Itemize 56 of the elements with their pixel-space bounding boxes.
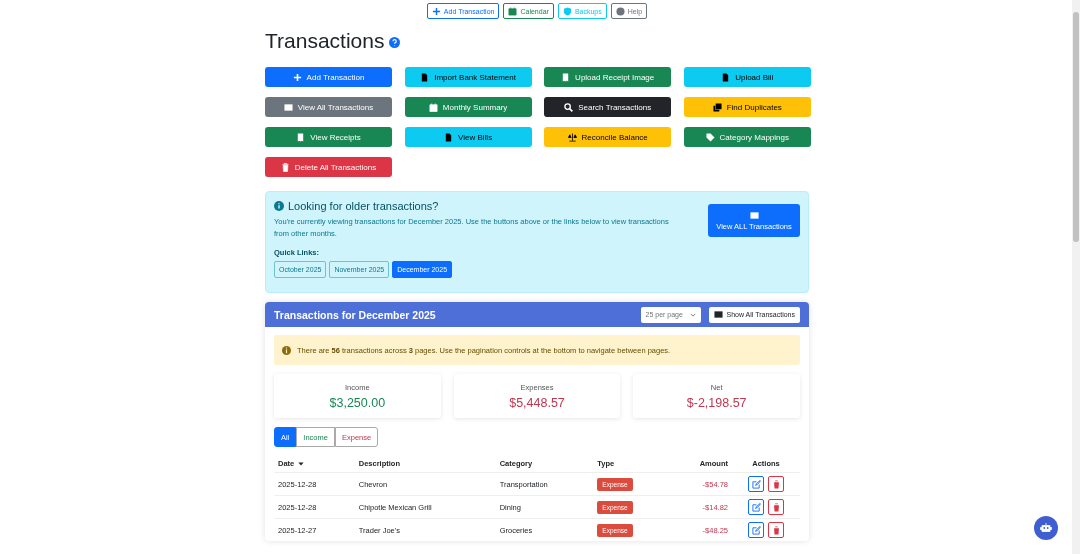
- action-button[interactable]: View All Transactions: [265, 97, 392, 117]
- trash-icon: [771, 525, 781, 535]
- action-button[interactable]: Category Mappings: [683, 127, 811, 147]
- edit-icon: [751, 502, 761, 512]
- chevron-icon: [689, 312, 696, 317]
- notice-heading: Looking for older transactions?: [288, 200, 439, 212]
- calendar-icon: [508, 6, 518, 16]
- document-icon: [721, 72, 731, 82]
- scale-icon: [567, 132, 577, 142]
- action-button[interactable]: Delete All Transactions: [265, 157, 392, 177]
- action-button[interactable]: Import Bank Statement: [404, 67, 532, 87]
- search-icon: [564, 102, 574, 112]
- action-button[interactable]: Find Duplicates: [683, 97, 811, 117]
- shield-icon: [562, 6, 572, 16]
- action-button[interactable]: Reconcile Balance: [544, 127, 672, 147]
- stat-value: $-2,198.57: [686, 395, 747, 410]
- delete-button[interactable]: [768, 476, 784, 492]
- robot-icon: [1040, 523, 1052, 533]
- list-icon: [713, 310, 723, 319]
- receipt-icon: [296, 132, 306, 142]
- edit-icon: [751, 525, 761, 535]
- action-button[interactable]: Search Transactions: [544, 97, 672, 117]
- stat-value: $5,448.57: [509, 395, 565, 410]
- copy-icon: [712, 102, 722, 112]
- plus-icon: [431, 6, 441, 16]
- document-icon: [420, 72, 430, 82]
- card-title: Transactions for December 2025: [274, 308, 436, 321]
- document-icon: [444, 132, 454, 142]
- edit-button[interactable]: [748, 522, 764, 538]
- delete-button[interactable]: [768, 522, 784, 538]
- trash-icon: [771, 479, 781, 489]
- tag-icon: [705, 132, 715, 142]
- chat-button[interactable]: [1034, 516, 1058, 540]
- receipt-icon: [561, 72, 571, 82]
- action-button[interactable]: View Receipts: [265, 127, 392, 147]
- trash-icon: [280, 162, 290, 172]
- trash-icon: [771, 502, 781, 512]
- action-button[interactable]: Add Transaction: [265, 67, 392, 87]
- list-icon: [283, 102, 293, 112]
- list-icon: [749, 210, 759, 220]
- action-button[interactable]: View Bills: [404, 127, 532, 147]
- sort-icon[interactable]: [298, 461, 305, 466]
- stat-value: $3,250.00: [329, 395, 386, 410]
- info-icon: [282, 345, 291, 355]
- edit-button[interactable]: [748, 499, 764, 515]
- action-button[interactable]: Upload Bill: [683, 67, 811, 87]
- action-button[interactable]: Monthly Summary: [404, 97, 532, 117]
- scrollbar[interactable]: [1072, 0, 1080, 554]
- calendar-icon: [428, 102, 438, 112]
- delete-button[interactable]: [768, 499, 784, 515]
- page-title: Transactions: [265, 29, 385, 53]
- edit-button[interactable]: [748, 476, 764, 492]
- info-icon: [274, 201, 284, 211]
- plus-icon: [292, 72, 302, 82]
- action-button[interactable]: Upload Receipt Image: [544, 67, 672, 87]
- edit-icon: [751, 479, 761, 489]
